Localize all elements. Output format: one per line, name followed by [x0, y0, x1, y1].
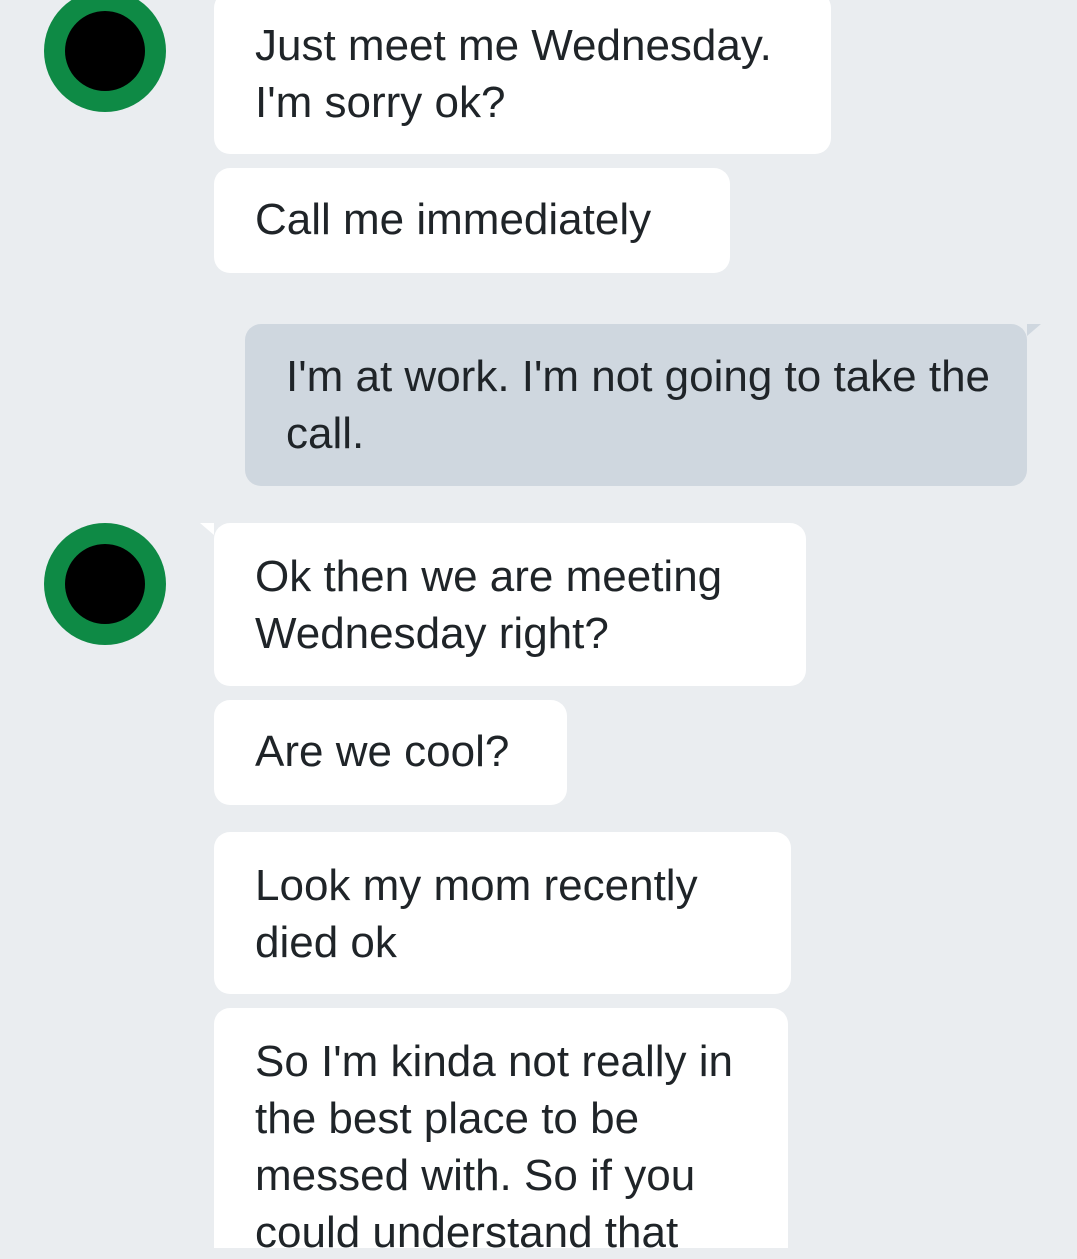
message-text: Just meet me Wednesday. I'm sorry ok?: [255, 21, 772, 127]
avatar-redaction: [65, 544, 145, 624]
outgoing-message-bubble[interactable]: I'm at work. I'm not going to take the c…: [245, 324, 1041, 486]
message-text: Are we cool?: [255, 727, 510, 776]
message-text: Call me immediately: [255, 195, 652, 244]
incoming-message-bubble[interactable]: Are we cool?: [214, 700, 567, 805]
incoming-message-bubble[interactable]: Ok then we are meeting Wednesday right?: [200, 523, 806, 686]
message-text: Ok then we are meeting Wednesday right?: [255, 552, 723, 658]
incoming-message-bubble[interactable]: Look my mom recently died ok: [214, 832, 791, 994]
message-text: Look my mom recently died ok: [255, 861, 698, 967]
message-thread[interactable]: Just meet me Wednesday. I'm sorry ok? Ca…: [0, 0, 1077, 1259]
screenshot-bottom-edge: [0, 1248, 1077, 1259]
incoming-message-bubble[interactable]: Just meet me Wednesday. I'm sorry ok?: [214, 0, 831, 154]
contact-avatar[interactable]: [44, 0, 166, 112]
message-text: So I'm kinda not really in the best plac…: [255, 1037, 733, 1257]
message-text: I'm at work. I'm not going to take the c…: [286, 352, 991, 458]
contact-avatar[interactable]: [44, 523, 166, 645]
incoming-message-bubble[interactable]: So I'm kinda not really in the best plac…: [214, 1008, 788, 1259]
avatar-redaction: [65, 11, 145, 91]
incoming-message-bubble[interactable]: Call me immediately: [214, 168, 730, 273]
